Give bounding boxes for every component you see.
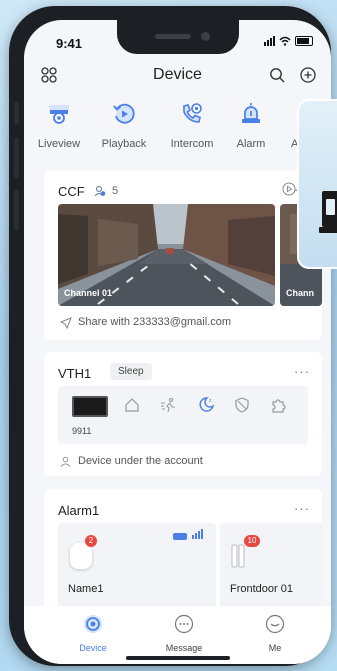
camera-icon [49, 105, 69, 124]
more-options-icon[interactable]: ··· [294, 364, 310, 379]
quick-action-playback[interactable]: Playback [94, 102, 154, 150]
alarm-item-name: Frontdoor 01 [230, 583, 293, 595]
alarm-item[interactable]: 2 Name1 [58, 523, 216, 619]
home-mode-icon[interactable] [124, 397, 140, 413]
nav-tab-label: Message [165, 643, 203, 653]
message-tab-icon [174, 614, 194, 634]
status-badge: Sleep [110, 363, 152, 380]
device-card-vth1[interactable]: VTH1 Sleep ··· 9911 z Device under the a… [44, 352, 322, 476]
bottom-navigation: Device Message Me [24, 606, 331, 664]
quick-action-alarm[interactable]: Alarm [221, 102, 281, 150]
quick-actions-bar: Liveview Playback Intercom Alarm [24, 102, 331, 160]
share-text: Share with 233333@gmail.com [78, 316, 232, 328]
device-card-ccf[interactable]: CCF 5 ··· [44, 170, 322, 340]
intercom-icon [183, 103, 202, 123]
alert-count-badge: 10 [244, 535, 260, 547]
share-icon [60, 317, 72, 329]
device-name: VTH1 [58, 366, 92, 381]
me-tab-icon [265, 614, 285, 634]
signal-icon [264, 36, 275, 46]
home-indicator [126, 656, 230, 660]
nav-tab-me[interactable]: Me [245, 614, 305, 653]
volume-up-button [14, 138, 19, 178]
account-text: Device under the account [78, 455, 203, 467]
search-icon[interactable] [269, 67, 285, 83]
nav-tab-message[interactable]: Message [154, 614, 214, 653]
quick-action-intercom[interactable]: Intercom [162, 102, 222, 150]
device-thumbnail [72, 396, 108, 417]
floating-access-popup [297, 99, 337, 269]
away-mode-icon[interactable] [160, 397, 176, 413]
notch [117, 20, 239, 54]
alarm-item[interactable]: 10 Frontdoor 01 [220, 523, 322, 619]
device-name: Alarm1 [58, 503, 100, 518]
account-user-icon [60, 456, 71, 467]
status-time: 9:41 [56, 36, 83, 51]
channel-thumbnail[interactable]: Channel 01 [58, 204, 275, 306]
battery-icon [295, 36, 313, 46]
more-options-icon[interactable]: ··· [294, 501, 310, 516]
device-number: 9911 [72, 426, 92, 436]
quick-action-label: Intercom [170, 138, 214, 150]
nav-tab-device[interactable]: Device [63, 614, 123, 653]
mute-switch [14, 102, 19, 124]
custom-mode-icon[interactable] [270, 397, 286, 413]
quick-action-label: Liveview [37, 138, 81, 150]
volume-down-button [14, 190, 19, 230]
wifi-icon [279, 36, 291, 46]
custom-shield-icon[interactable] [234, 397, 250, 413]
status-icons [264, 36, 313, 46]
phone-screen: 9:41 Device Liveview Playback Intercom A… [24, 20, 331, 664]
sleep-mode-icon[interactable]: z [198, 396, 215, 413]
sensor-device-icon [70, 543, 92, 569]
shared-users-icon [94, 185, 106, 197]
channel-label: Channel 01 [64, 288, 113, 298]
nav-tab-label: Device [79, 643, 107, 653]
alert-count-badge: 2 [85, 535, 97, 547]
app-header: Device [24, 60, 331, 90]
svg-text:z: z [209, 398, 212, 404]
device-card-alarm1[interactable]: Alarm1 ··· 2 Name1 10 Frontdoor 01 [44, 489, 322, 619]
nav-tab-label: Me [268, 643, 282, 653]
device-tab-icon [84, 615, 102, 633]
signal-strength-icon [192, 529, 203, 539]
phone-frame: 9:41 Device Liveview Playback Intercom A… [9, 6, 331, 666]
quick-action-liveview[interactable]: Liveview [29, 102, 89, 150]
playback-icon [113, 103, 135, 124]
device-panel: 9911 z [58, 386, 308, 444]
add-device-icon[interactable] [300, 67, 316, 83]
alarm-item-name: Name1 [68, 583, 104, 595]
channel-label: Chann [286, 288, 314, 298]
device-name: CCF [58, 184, 85, 199]
shared-count: 5 [112, 185, 119, 197]
quick-action-label: Playback [101, 138, 147, 150]
access-control-icon [319, 191, 337, 233]
battery-level-icon [173, 533, 187, 540]
quick-action-label: Alarm [236, 138, 266, 150]
alarm-icon [242, 103, 260, 123]
